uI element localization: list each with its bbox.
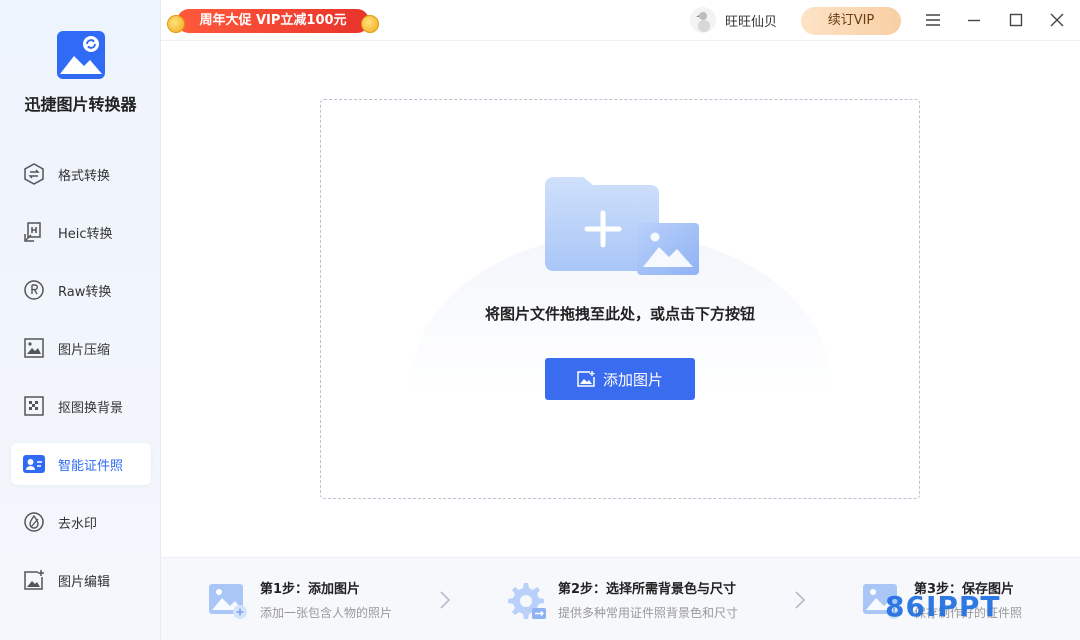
renew-vip-button[interactable]: 续订VIP <box>801 7 901 35</box>
sidebar-item-format-convert[interactable]: 格式转换 <box>11 153 151 195</box>
sidebar-item-image-edit[interactable]: 图片编辑 <box>11 559 151 601</box>
promo-banner[interactable]: 周年大促 VIP立减100元 <box>167 7 379 35</box>
sidebar-item-id-photo[interactable]: 智能证件照 <box>11 443 151 485</box>
sidebar-item-label: Heic转换 <box>58 226 113 242</box>
sidebar-item-label: 格式转换 <box>58 168 111 184</box>
sidebar-item-label: 图片压缩 <box>58 342 111 358</box>
sidebar-item-label: 智能证件照 <box>58 458 124 474</box>
image-add-icon <box>577 371 595 387</box>
id-photo-icon <box>22 452 46 476</box>
add-folder-icon <box>543 175 703 279</box>
step-title: 第1步：添加图片 <box>260 582 361 597</box>
image-edit-icon <box>22 568 46 592</box>
site-watermark: 86IPPT <box>885 590 1001 623</box>
menu-icon[interactable] <box>923 10 943 30</box>
username[interactable]: 旺旺仙贝 <box>725 11 777 30</box>
raw-icon <box>22 278 46 302</box>
sidebar-item-label: 去水印 <box>58 516 98 532</box>
app-name: 迅捷图片转换器 <box>24 95 137 114</box>
heic-icon <box>22 220 46 244</box>
drop-zone[interactable]: 将图片文件拖拽至此处，或点击下方按钮 添加图片 <box>320 99 920 499</box>
maximize-icon[interactable] <box>1006 10 1026 30</box>
sidebar-nav: 格式转换 Heic转换 Raw转换 图片压缩 抠图换背景 智能证件照 去水印 图… <box>11 153 151 617</box>
sidebar-item-label: 抠图换背景 <box>58 400 124 416</box>
add-image-label: 添加图片 <box>602 370 663 389</box>
title-bar: 周年大促 VIP立减100元 旺旺仙贝 续订VIP <box>161 0 1080 41</box>
sidebar-item-heic[interactable]: Heic转换 <box>11 211 151 253</box>
close-icon[interactable] <box>1047 10 1067 30</box>
avatar[interactable] <box>690 7 716 33</box>
add-image-button[interactable]: 添加图片 <box>545 358 695 400</box>
settings-gear-step-icon <box>506 580 546 620</box>
sidebar-item-label: Raw转换 <box>58 284 112 300</box>
app-logo-icon <box>56 30 106 80</box>
step-desc: 提供多种常用证件照背景色和尺寸 <box>558 606 739 620</box>
add-photo-step-icon <box>208 580 248 620</box>
promo-text: 周年大促 VIP立减100元 <box>177 9 369 33</box>
convert-icon <box>22 162 46 186</box>
sidebar-item-label: 图片编辑 <box>58 574 111 590</box>
cutout-icon <box>22 394 46 418</box>
chevron-right-icon <box>437 590 453 610</box>
chevron-right-icon <box>792 590 808 610</box>
sidebar-item-compress[interactable]: 图片压缩 <box>11 327 151 369</box>
coin-icon <box>167 15 185 33</box>
sidebar-item-raw[interactable]: Raw转换 <box>11 269 151 311</box>
compress-icon <box>22 336 46 360</box>
sidebar-item-cutout[interactable]: 抠图换背景 <box>11 385 151 427</box>
sidebar-item-watermark-remove[interactable]: 去水印 <box>11 501 151 543</box>
drop-hint: 将图片文件拖拽至此处，或点击下方按钮 <box>484 305 755 323</box>
step-desc: 添加一张包含人物的照片 <box>260 606 393 620</box>
coin-icon <box>361 15 379 33</box>
step-1: 第1步：添加图片 添加一张包含人物的照片 <box>208 558 392 640</box>
step-title: 第2步：选择所需背景色与尺寸 <box>558 582 737 597</box>
step-2: 第2步：选择所需背景色与尺寸 提供多种常用证件照背景色和尺寸 <box>506 558 738 640</box>
watermark-remove-icon <box>22 510 46 534</box>
minimize-icon[interactable] <box>964 10 984 30</box>
sidebar: 迅捷图片转换器 格式转换 Heic转换 Raw转换 图片压缩 抠图换背景 智能证… <box>0 0 161 640</box>
